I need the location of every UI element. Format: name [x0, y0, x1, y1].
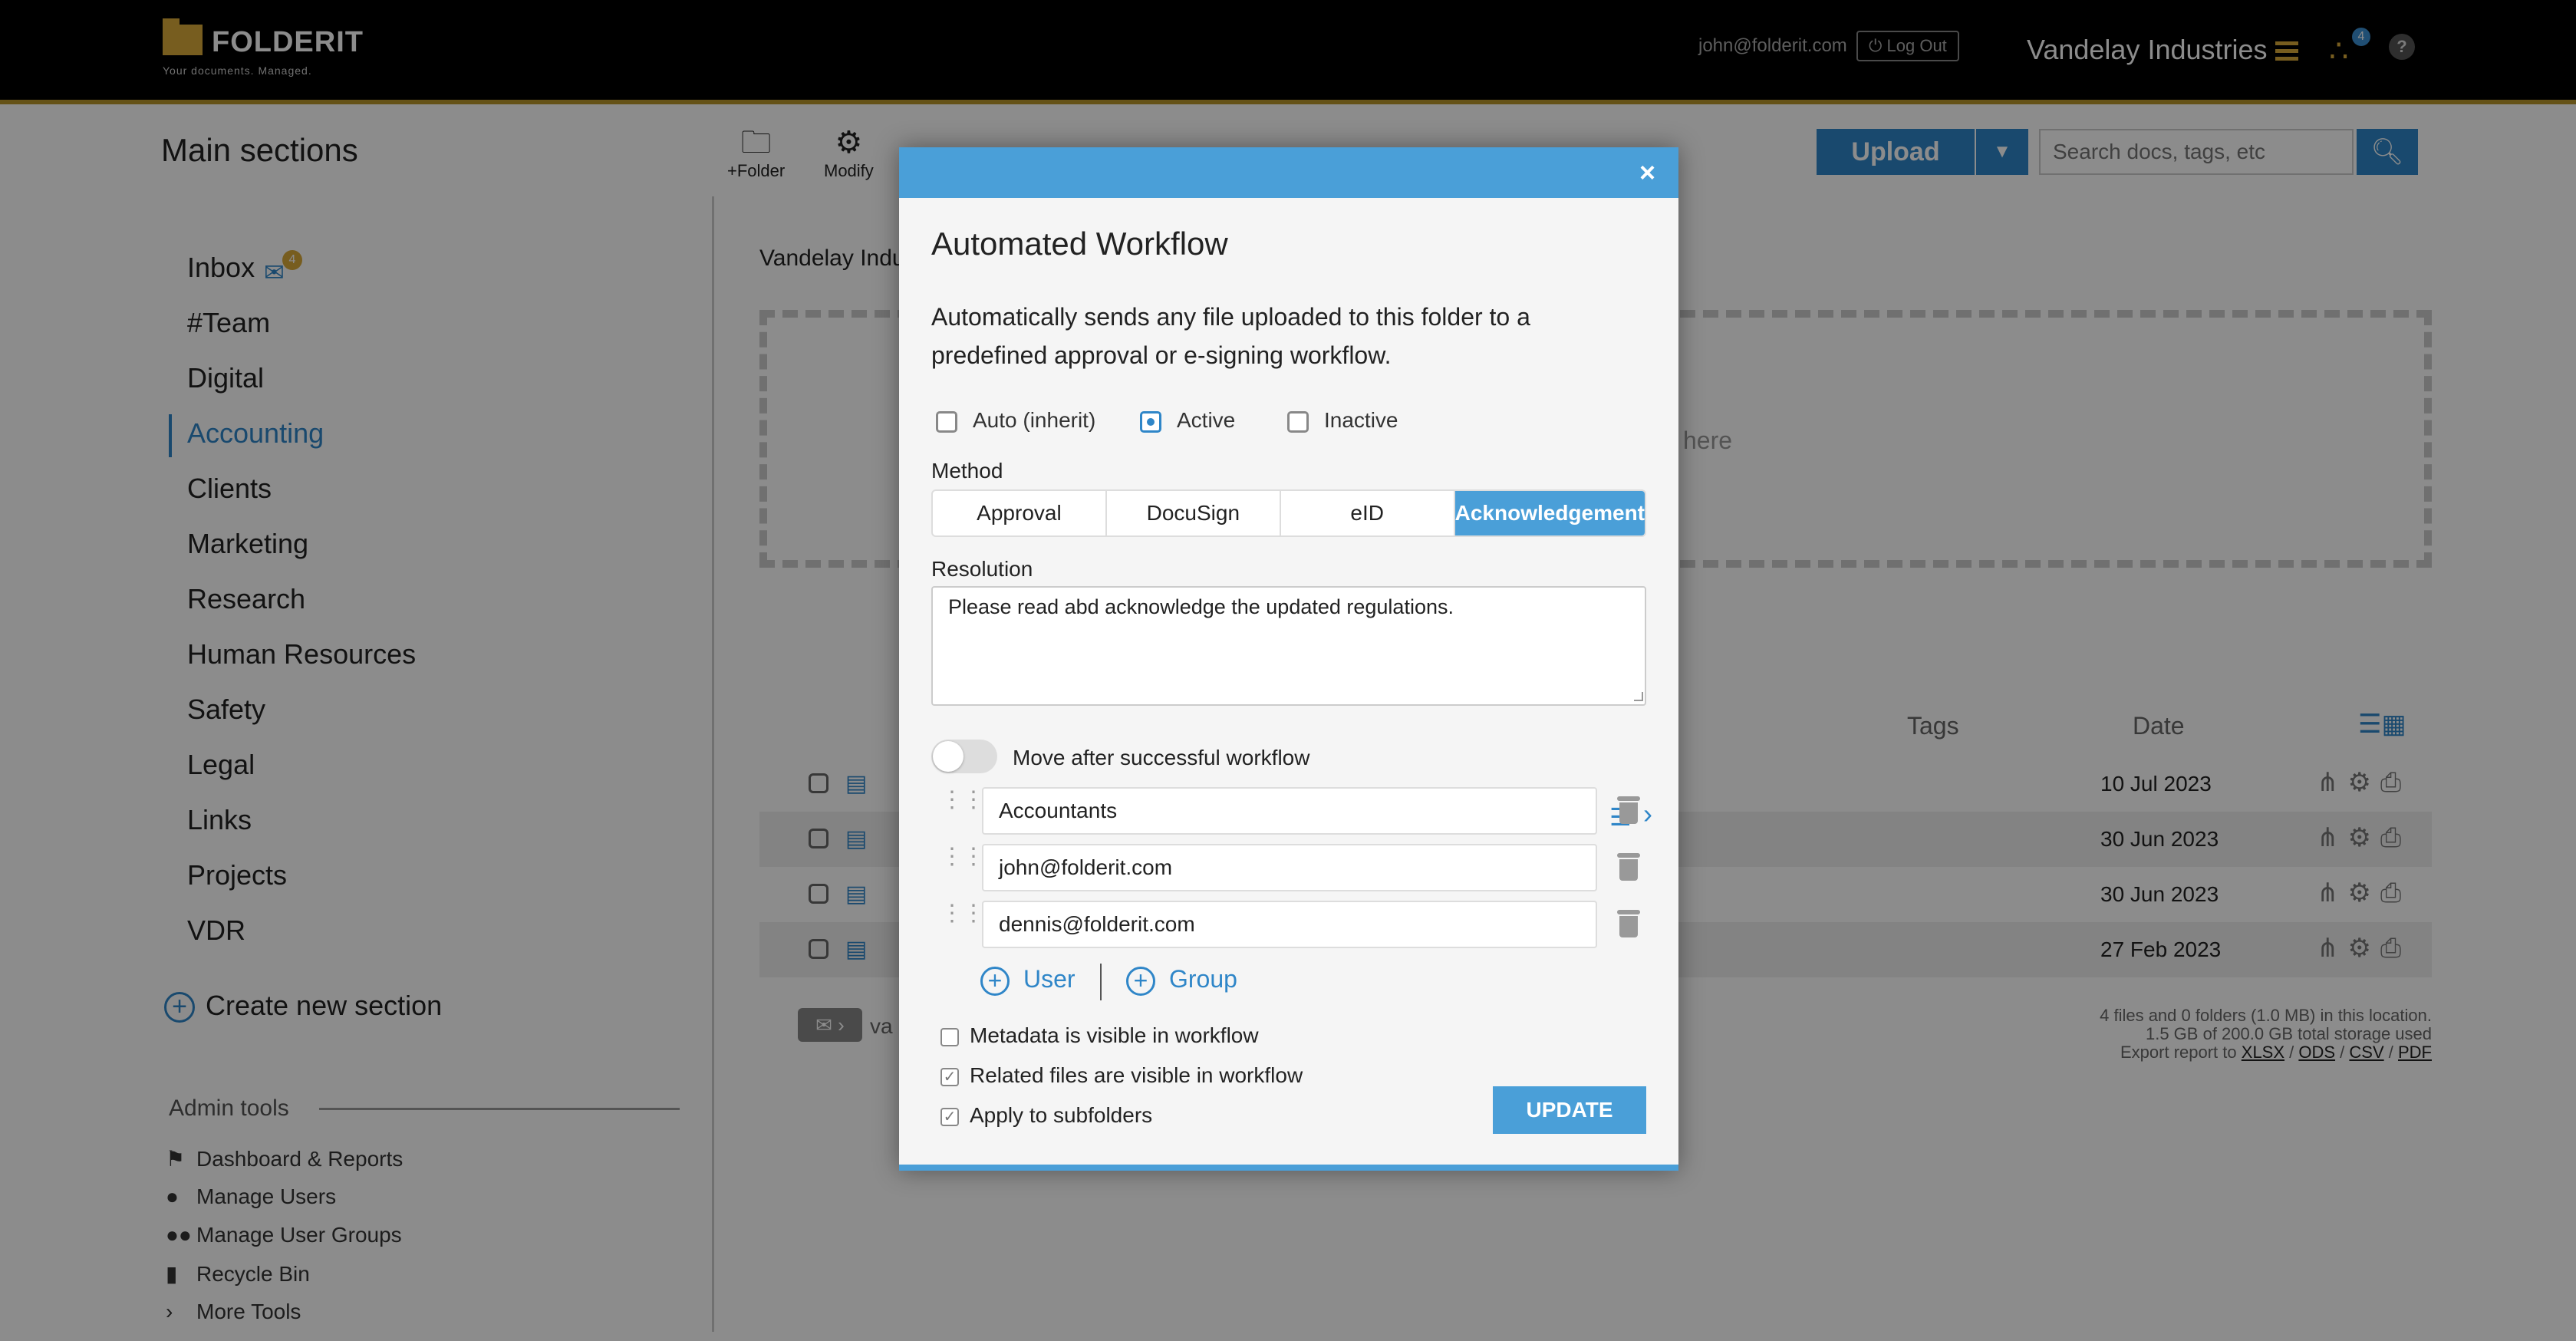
remove-assignee-trash-icon[interactable] [1617, 796, 1640, 824]
move-after-workflow-toggle[interactable] [931, 740, 997, 773]
plus-circle-icon: + [1126, 966, 1155, 996]
method-docusign-button[interactable]: DocuSign [1107, 491, 1281, 535]
method-acknowledgement-button[interactable]: Acknowledgement [1454, 491, 1645, 535]
resolution-label: Resolution [931, 557, 1033, 581]
modal-title: Automated Workflow [931, 226, 1228, 262]
assignee-field[interactable]: john@folderit.com [982, 844, 1597, 891]
checkbox-label: Related files are visible in workflow [970, 1063, 1303, 1087]
radio-label: Auto (inherit) [973, 408, 1096, 432]
radio-inactive[interactable] [1287, 410, 1309, 433]
related-files-visible-option[interactable]: ✓ Related files are visible in workflow [940, 1063, 1303, 1088]
method-selector: Approval DocuSign eID Acknowledgement [931, 489, 1646, 537]
plus-circle-icon: + [980, 966, 1010, 996]
remove-assignee-trash-icon[interactable] [1617, 910, 1640, 937]
assignee-value: john@folderit.com [999, 855, 1173, 879]
apply-subfolders-checkbox[interactable]: ✓ [940, 1107, 959, 1126]
add-separator [1100, 964, 1102, 1000]
radio-auto-inherit[interactable] [936, 410, 957, 433]
close-icon[interactable]: × [1639, 157, 1655, 189]
assignee-field[interactable]: dennis@folderit.com [982, 901, 1597, 948]
drag-handle-icon[interactable]: ⋮⋮ [940, 789, 985, 812]
method-approval-button[interactable]: Approval [933, 491, 1107, 535]
assignee-value: Accountants [999, 799, 1118, 822]
resolution-textarea[interactable]: Please read abd acknowledge the updated … [931, 586, 1646, 706]
status-active[interactable]: Active [1140, 408, 1235, 433]
add-group-button[interactable]: + Group [1126, 965, 1237, 996]
radio-label: Inactive [1324, 408, 1398, 432]
apply-subfolders-option[interactable]: ✓ Apply to subfolders [940, 1103, 1152, 1128]
remove-assignee-trash-icon[interactable] [1617, 853, 1640, 881]
metadata-visible-option[interactable]: Metadata is visible in workflow [940, 1023, 1259, 1048]
resize-handle[interactable] [1634, 692, 1643, 701]
radio-active[interactable] [1140, 410, 1161, 433]
method-eid-button[interactable]: eID [1281, 491, 1455, 535]
radio-label: Active [1177, 408, 1236, 432]
method-label: Method [931, 459, 1003, 483]
checkbox-label: Apply to subfolders [970, 1103, 1153, 1127]
add-user-button[interactable]: + User [980, 965, 1076, 996]
automated-workflow-dialog: × Automated Workflow Automatically sends… [899, 147, 1678, 1171]
modal-header: × [899, 147, 1678, 198]
metadata-visible-checkbox[interactable] [940, 1027, 959, 1046]
chevron-right-icon[interactable]: › [1643, 792, 1652, 836]
related-files-checkbox[interactable]: ✓ [940, 1067, 959, 1086]
move-toggle-label: Move after successful workflow [1013, 746, 1310, 769]
assignee-value: dennis@folderit.com [999, 912, 1195, 936]
add-user-label: User [1023, 965, 1076, 993]
drag-handle-icon[interactable]: ⋮⋮ [940, 902, 985, 925]
drag-handle-icon[interactable]: ⋮⋮ [940, 845, 985, 868]
update-button[interactable]: UPDATE [1493, 1086, 1646, 1134]
status-auto-inherit[interactable]: Auto (inherit) [936, 408, 1095, 433]
checkbox-label: Metadata is visible in workflow [970, 1023, 1259, 1047]
status-inactive[interactable]: Inactive [1287, 408, 1398, 433]
add-group-label: Group [1169, 965, 1237, 993]
modal-description: Automatically sends any file uploaded to… [931, 303, 1530, 369]
assignee-field[interactable]: Accountants ☰ › [982, 787, 1652, 835]
